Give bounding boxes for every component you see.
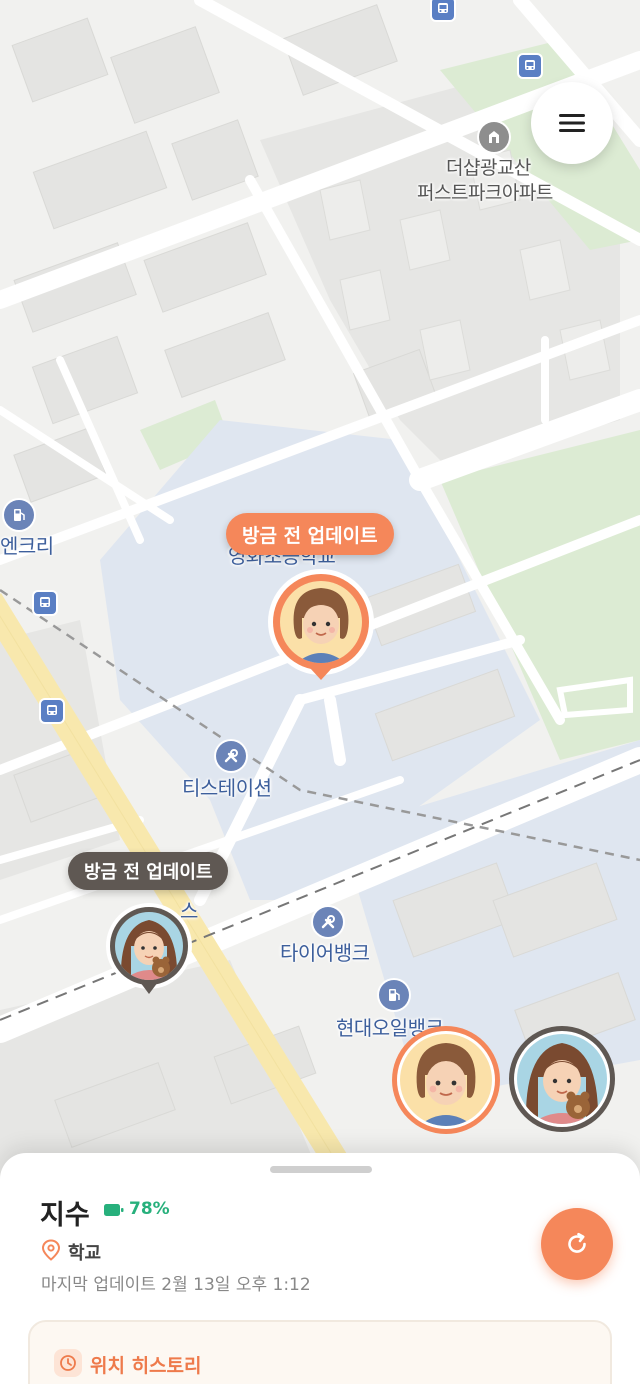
- child-name: 지수: [40, 1200, 90, 1231]
- sister-update-bubble: 방금 전 업데이트: [68, 852, 229, 890]
- bus-stop-icon[interactable]: [517, 53, 543, 79]
- clock-icon: [54, 1349, 82, 1377]
- bus-stop-icon[interactable]: [430, 0, 456, 22]
- repair-icon[interactable]: [313, 907, 343, 937]
- location-history-title: 위치 히스토리: [90, 1355, 202, 1377]
- bottom-sheet: 지수 78% 학교 마지막 업데이트 2월 13일 오후 1:12 위치 히스토…: [0, 1153, 640, 1384]
- fuel-station-icon[interactable]: [379, 980, 409, 1010]
- menu-icon: [559, 114, 585, 132]
- avatar-jisu-selected[interactable]: [391, 1025, 501, 1135]
- sister-map-marker[interactable]: [105, 902, 193, 998]
- map-label-left: 엔크리: [0, 534, 54, 558]
- refresh-icon: [568, 1232, 586, 1253]
- last-update-text: 마지막 업데이트 2월 13일 오후 1:12: [41, 1275, 311, 1295]
- jisu-update-bubble: 방금 전 업데이트: [226, 513, 394, 555]
- battery-percentage: 78%: [129, 1199, 170, 1219]
- map-label-apartment-1: 더샵광교산: [446, 157, 531, 179]
- bus-stop-icon[interactable]: [32, 590, 58, 616]
- avatar-sister[interactable]: [508, 1025, 616, 1133]
- location-history-card[interactable]: 위치 히스토리: [28, 1320, 612, 1384]
- repair-icon[interactable]: [216, 741, 246, 771]
- map-label-apartment-2: 퍼스트파크아파트: [417, 182, 553, 204]
- building-icon[interactable]: [479, 122, 509, 152]
- map-label-tirebank: 타이어뱅크: [280, 941, 370, 965]
- current-place: 학교: [68, 1243, 102, 1264]
- jisu-map-marker[interactable]: [266, 568, 376, 684]
- fuel-station-icon[interactable]: [4, 500, 34, 530]
- map-label-tstation: 티스테이션: [182, 776, 272, 800]
- refresh-button[interactable]: [541, 1208, 613, 1280]
- menu-button[interactable]: [531, 82, 613, 164]
- location-pin-icon: [41, 1239, 61, 1261]
- bus-stop-icon[interactable]: [39, 698, 65, 724]
- battery-icon: [104, 1204, 124, 1216]
- sheet-drag-handle[interactable]: [270, 1166, 372, 1173]
